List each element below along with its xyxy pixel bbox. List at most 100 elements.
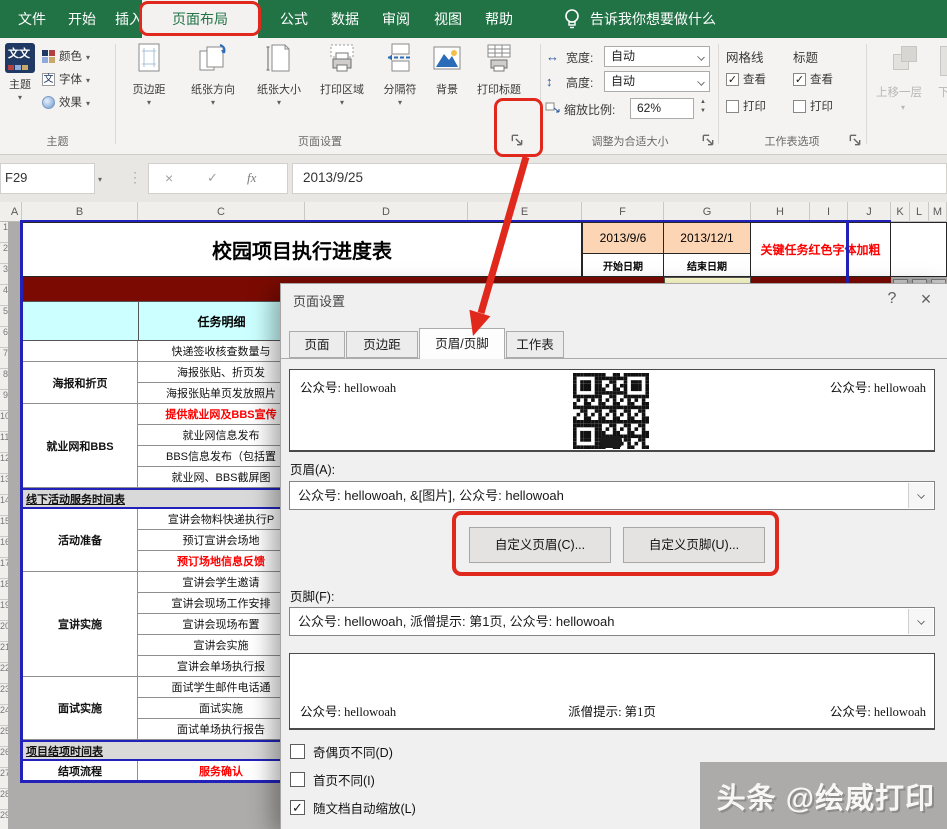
row-header[interactable]: 28 [0,789,8,810]
column-header-L[interactable]: L [910,202,929,222]
formula-input[interactable]: 2013/9/25 [292,163,947,194]
row-header[interactable]: 1 [0,222,8,243]
column-header-D[interactable]: D [305,202,468,222]
bring-forward-button[interactable]: 上移一层 [876,84,922,100]
row-header[interactable]: 22 [0,663,8,684]
row-header[interactable]: 23 [0,684,8,705]
group-cell[interactable]: 就业网和BBS [22,404,138,488]
ribbon-button-orientation[interactable]: 纸张方向▾ [180,43,246,106]
column-header-J[interactable]: J [848,202,891,222]
column-header-C[interactable]: C [138,202,305,222]
row-header[interactable]: 11 [0,432,8,453]
row-header[interactable]: 17 [0,558,8,579]
scale-input[interactable]: 62% [630,98,694,119]
tell-me-box[interactable]: 告诉我你想要做什么 [590,0,716,38]
menu-tab-6[interactable]: 数据 [323,0,367,38]
column-header-H[interactable]: H [751,202,810,222]
column-header-B[interactable]: B [22,202,138,222]
theme-fonts-button[interactable]: 文 字体▾ [42,71,90,87]
column-header-A[interactable]: A [8,202,22,222]
height-select[interactable]: 自动 [604,71,710,92]
row-header[interactable]: 29 [0,810,8,829]
row-header[interactable]: 4 [0,285,8,306]
row-header[interactable]: 25 [0,726,8,747]
send-backward-button[interactable]: 下移一层 [938,84,947,100]
dialog-tab-2[interactable]: 页边距 [346,331,418,358]
menu-tab-4[interactable]: 页面布局 [142,0,258,38]
custom-footer-button[interactable]: 自定义页脚(U)... [623,527,765,563]
headings-view-checkbox[interactable]: ✓查看 [793,71,833,87]
themes-button[interactable]: 文文 主题 ▾ [2,43,38,101]
custom-header-button[interactable]: 自定义页眉(C)... [469,527,611,563]
row-header[interactable]: 5 [0,306,8,327]
column-header-K[interactable]: K [891,202,910,222]
row-header[interactable]: 18 [0,579,8,600]
end-date-cell[interactable]: 2013/12/1 [663,222,751,254]
group-cell[interactable]: 海报和折页 [22,362,138,404]
page-setup-dialog-launcher[interactable] [510,133,524,147]
row-header[interactable]: 12 [0,453,8,474]
dialog-tab-1[interactable]: 页面 [289,331,345,358]
row-header[interactable]: 7 [0,348,8,369]
column-header-M[interactable]: M [929,202,947,222]
row-header[interactable]: 3 [0,264,8,285]
ribbon-button-print-titles[interactable]: 打印标题 [467,43,531,97]
name-box-dropdown-icon[interactable]: ▾ [98,175,102,184]
dialog-checkbox-1[interactable]: 奇偶页不同(D) [290,742,393,761]
row-header[interactable]: 24 [0,705,8,726]
menu-tab-7[interactable]: 审阅 [374,0,418,38]
row-header[interactable]: 26 [0,747,8,768]
ribbon-button-paper-size[interactable]: 纸张大小▾ [248,43,310,106]
dialog-checkbox-2[interactable]: 首页不同(I) [290,770,375,789]
insert-function-icon[interactable]: fx [247,170,256,186]
close-button[interactable]: × [913,286,939,312]
row-header[interactable]: 8 [0,369,8,390]
row-header[interactable]: 16 [0,537,8,558]
row-header[interactable]: 15 [0,516,8,537]
group-cell[interactable]: 宣讲实施 [22,572,138,677]
header-select[interactable]: 公众号: hellowoah, &[图片], 公众号: hellowoah [289,481,935,510]
dialog-tab-4[interactable]: 工作表 [506,331,564,358]
column-header-G[interactable]: G [664,202,751,222]
column-header-I[interactable]: I [810,202,848,222]
ribbon-button-background[interactable]: 背景 [428,43,466,97]
menu-tab-2[interactable]: 开始 [60,0,104,38]
cancel-icon[interactable]: × [165,170,173,186]
group-cell[interactable]: 活动准备 [22,509,138,572]
start-date-cell[interactable]: 2013/9/6 [582,222,664,254]
group-cell[interactable] [22,341,138,362]
scale-dialog-launcher[interactable] [701,133,715,147]
sheet-options-dialog-launcher[interactable] [848,133,862,147]
ribbon-button-print-area[interactable]: 打印区域▾ [312,43,372,106]
enter-icon[interactable]: ✓ [207,170,218,186]
column-header-F[interactable]: F [582,202,664,222]
scale-spinner[interactable]: ▲▼ [696,98,710,119]
row-header[interactable]: 27 [0,768,8,789]
width-select[interactable]: 自动 [604,46,710,67]
gridlines-print-checkbox[interactable]: 打印 [726,98,766,114]
row-header[interactable]: 10 [0,411,8,432]
name-box[interactable]: F29 [0,163,95,194]
row-header[interactable]: 6 [0,327,8,348]
gridlines-view-checkbox[interactable]: ✓查看 [726,71,766,87]
headings-print-checkbox[interactable]: 打印 [793,98,833,114]
menu-tab-9[interactable]: 帮助 [477,0,521,38]
row-header[interactable]: 14 [0,495,8,516]
row-header[interactable]: 19 [0,600,8,621]
menu-tab-8[interactable]: 视图 [426,0,470,38]
theme-colors-button[interactable]: 颜色▾ [42,48,90,64]
group-cell[interactable]: 结项流程 [22,761,138,782]
row-header[interactable]: 21 [0,642,8,663]
help-button[interactable]: ? [879,286,905,312]
row-header[interactable]: 2 [0,243,8,264]
dialog-tab-3[interactable]: 页眉/页脚 [419,328,505,359]
row-header[interactable]: 9 [0,390,8,411]
group-cell[interactable]: 面试实施 [22,677,138,740]
dialog-checkbox-3[interactable]: ✓随文档自动缩放(L) [290,798,416,817]
drag-handle-icon[interactable]: ⋮ [128,169,142,186]
row-header[interactable]: 20 [0,621,8,642]
menu-tab-5[interactable]: 公式 [272,0,316,38]
ribbon-button-margins[interactable]: 页边距▾ [120,43,178,106]
row-header[interactable]: 13 [0,474,8,495]
menu-tab-1[interactable]: 文件 [10,0,54,38]
